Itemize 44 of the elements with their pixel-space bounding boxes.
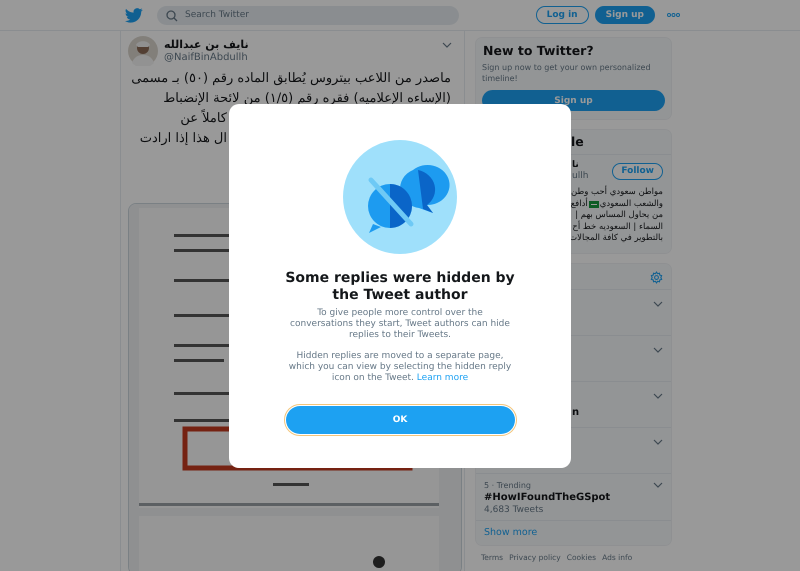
follow-button[interactable]: Follow [612,162,663,180]
signup-text: Sign up now to get your own personalized timeline! [482,62,652,84]
bird-logo-icon[interactable] [125,8,143,22]
learn-more-link[interactable]: Learn more [416,372,468,382]
avatar[interactable] [128,36,158,66]
panel-title: New to Twitter? [482,43,595,59]
person-handle[interactable]: ullh [572,171,588,182]
panel-title: le [570,134,585,150]
trend-name: #HowIFoundTheGSpot [484,490,610,504]
signup-button[interactable]: Sign up [594,6,655,24]
trend-item[interactable]: 5 · Trending #HowIFoundTheGSpot 4,683 Tweets [476,474,671,520]
speech-bubbles-icon [343,140,457,254]
author-handle[interactable]: @NaifBinAbdullh [164,52,248,64]
dialog-text: Hidden replies are moved to a separate page, which you can view by selecting the hidden reply icon on the Tweet. Learn more [288,350,512,384]
tweet-text-line: كاملاً عن [180,109,227,128]
login-button[interactable]: Log in [536,6,589,24]
search-field[interactable]: Search Twitter [157,6,459,24]
more-icon[interactable] [667,13,680,17]
dialog-text: To give people more control over the conversations they start, Tweet authors can hide replies to their Tweets. [289,308,511,340]
bio-text: السماء | السعوديه خط أح [572,222,663,233]
bio-text: والشعب السعودي [600,198,663,210]
author-name[interactable]: نايف بن عبدالله [164,36,249,52]
trend-meta: 5 · Trending [484,480,531,490]
ok-button[interactable]: OK [286,406,514,434]
tweet-text-line: ماصدر من اللاعب بيتروس يُطابق الماده رقم (٥٠) بـ مسمى [131,70,451,88]
chevron-down-icon[interactable] [653,438,663,444]
chevron-down-icon[interactable] [653,392,663,398]
bio-text: مواطن سعودي أحب وطن [570,187,663,198]
chevron-down-icon[interactable] [442,42,452,48]
dialog-title: Some replies were hidden by the Tweet author [284,270,516,304]
trend-name: n [572,406,580,418]
show-more-link[interactable]: Show more [476,520,546,544]
search-icon [166,10,178,22]
bio-text: أدافع [570,198,588,210]
chevron-down-icon[interactable] [653,300,663,306]
person-name[interactable]: نا [572,160,579,171]
tweet-count: 4,683 Tweets [484,504,544,516]
bio-text: بالتطوير في كافة المجالات [569,233,663,244]
chevron-down-icon[interactable] [653,346,663,352]
chevron-down-icon[interactable] [653,482,663,488]
tweet-text-line: ال هذا إذا ارادت [140,130,227,148]
settings-icon[interactable] [650,270,663,284]
flag-icon [588,200,599,208]
bio-text: من يحاول المساس بهم | [575,210,663,220]
